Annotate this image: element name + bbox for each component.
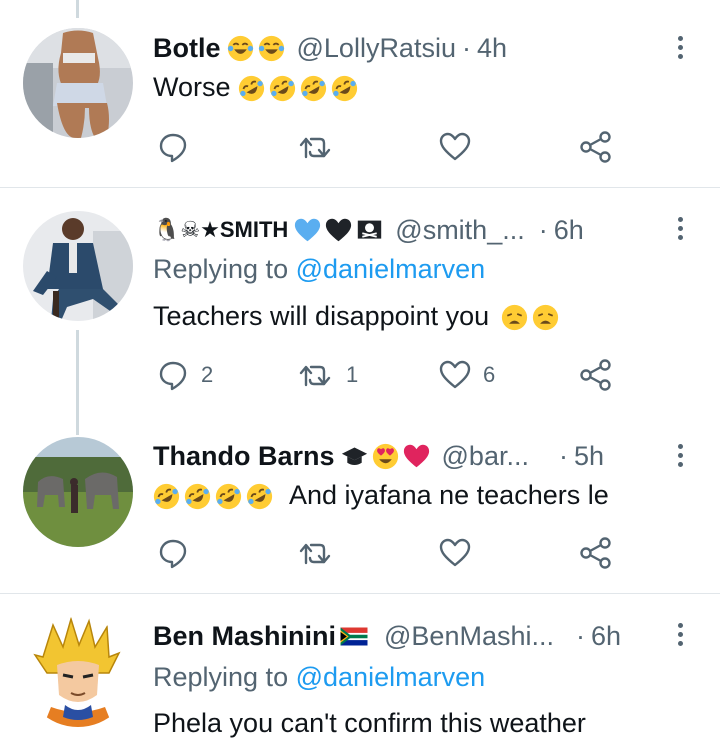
thread-line	[76, 330, 79, 435]
south-africa-flag-emoji-icon	[340, 627, 368, 645]
user-handle[interactable]: @LollyRatsiu	[297, 33, 456, 64]
avatar[interactable]	[23, 617, 133, 727]
display-name[interactable]: 🐧☠★SΜITH	[153, 217, 288, 243]
tweet-text: Teachers will disappoint you	[153, 301, 563, 332]
black-heart-emoji-icon	[326, 218, 352, 241]
graduation-cap-emoji-icon	[341, 447, 367, 465]
tweet-text: And iyafana ne teachers le	[153, 480, 609, 511]
reply-icon	[159, 539, 187, 569]
more-options-icon[interactable]	[676, 213, 684, 244]
retweet-icon	[299, 137, 331, 159]
retweet-button[interactable]	[298, 536, 346, 570]
rofl-emoji-icon	[269, 76, 296, 102]
tweet-actions: 2 1 6	[155, 358, 625, 392]
heart-icon	[439, 132, 471, 161]
separator-dot: ·	[558, 440, 568, 471]
reply-count: 2	[201, 362, 214, 387]
reply-button[interactable]	[157, 536, 201, 570]
rofl-emoji-icon	[184, 484, 211, 510]
pirate-flag-emoji-icon	[358, 220, 382, 239]
tweet-text-content: Phela you can't confirm this weather	[153, 708, 586, 738]
timestamp[interactable]: 6h	[554, 215, 584, 246]
reply-icon	[159, 361, 187, 391]
timestamp[interactable]: 6h	[591, 621, 621, 652]
red-heart-emoji-icon	[403, 444, 429, 467]
display-name[interactable]: Botle	[153, 33, 221, 64]
separator-dot: ·	[576, 620, 585, 651]
more-options-icon[interactable]	[676, 619, 684, 650]
separator-dot: ·	[461, 32, 471, 63]
mention-link[interactable]: @danielmarven	[296, 254, 486, 284]
tweet-header: 🐧☠★SΜITH @smith_... · 6h	[153, 211, 584, 249]
share-button[interactable]	[579, 130, 613, 164]
share-button[interactable]	[579, 358, 613, 392]
tweet-text-content: Teachers will disappoint you	[153, 301, 490, 331]
divider	[0, 593, 720, 594]
mention-link[interactable]: @danielmarven	[296, 662, 486, 692]
blue-heart-emoji-icon	[295, 218, 321, 241]
more-options-icon[interactable]	[676, 32, 684, 63]
separator-dot: ·	[538, 214, 548, 245]
timestamp[interactable]: 4h	[477, 33, 507, 64]
tweet-header: Botle @LollyRatsiu · 4h	[153, 29, 507, 67]
share-button[interactable]	[579, 536, 613, 570]
retweet-button[interactable]	[298, 130, 346, 164]
tweet-header: Ben Mashinini @BenMashi... · 6h	[153, 617, 621, 655]
retweet-icon	[299, 365, 331, 387]
joy-emoji-icon	[258, 35, 284, 61]
rofl-emoji-icon	[238, 76, 265, 102]
rofl-emoji-icon	[153, 484, 180, 510]
tweet-text: Worse	[153, 72, 362, 103]
heart-icon	[439, 360, 471, 389]
reply-button[interactable]	[157, 130, 201, 164]
display-name[interactable]: Thando Barns	[153, 441, 335, 472]
share-icon	[580, 537, 611, 569]
avatar[interactable]	[23, 437, 133, 547]
rofl-emoji-icon	[300, 76, 327, 102]
heart-icon	[439, 538, 471, 567]
avatar[interactable]	[23, 211, 133, 321]
heart-eyes-emoji-icon	[372, 443, 398, 469]
user-handle[interactable]: @BenMashi...	[384, 621, 554, 652]
share-icon	[580, 131, 611, 163]
weary-emoji-icon	[501, 305, 527, 331]
like-count: 6	[483, 362, 496, 387]
timestamp[interactable]: 5h	[574, 441, 604, 472]
reply-button[interactable]: 2	[157, 358, 213, 392]
like-button[interactable]: 6	[439, 358, 495, 392]
like-button[interactable]	[439, 536, 483, 570]
rofl-emoji-group	[153, 480, 289, 510]
divider	[0, 187, 720, 188]
tweet-header: Thando Barns @bar... · 5h	[153, 437, 604, 475]
avatar[interactable]	[23, 28, 133, 138]
more-options-icon[interactable]	[676, 440, 684, 471]
retweet-button[interactable]: 1	[298, 358, 358, 392]
rofl-emoji-icon	[246, 484, 273, 510]
replying-to: Replying to @danielmarven	[153, 254, 486, 284]
replying-to: Replying to @danielmarven	[153, 662, 486, 692]
retweet-icon	[299, 543, 331, 565]
like-button[interactable]	[439, 130, 483, 164]
rofl-emoji-group	[238, 72, 362, 102]
share-icon	[580, 359, 611, 391]
retweet-count: 1	[346, 362, 359, 387]
tweet-actions	[155, 536, 625, 570]
weary-emoji-icon	[532, 305, 558, 331]
rofl-emoji-icon	[331, 76, 358, 102]
tweet-text-content: Worse	[153, 72, 231, 102]
user-handle[interactable]: @smith_...	[395, 215, 524, 246]
joy-emoji-icon	[227, 35, 253, 61]
user-handle[interactable]: @bar...	[442, 441, 529, 472]
tweet-actions	[155, 130, 625, 164]
thread-line	[76, 0, 79, 18]
tweet-text-content: And iyafana ne teachers le	[289, 480, 609, 510]
rofl-emoji-icon	[215, 484, 242, 510]
display-name[interactable]: Ben Mashinini	[153, 621, 336, 652]
reply-icon	[159, 133, 187, 163]
tweet-text: Phela you can't confirm this weather	[153, 708, 586, 739]
